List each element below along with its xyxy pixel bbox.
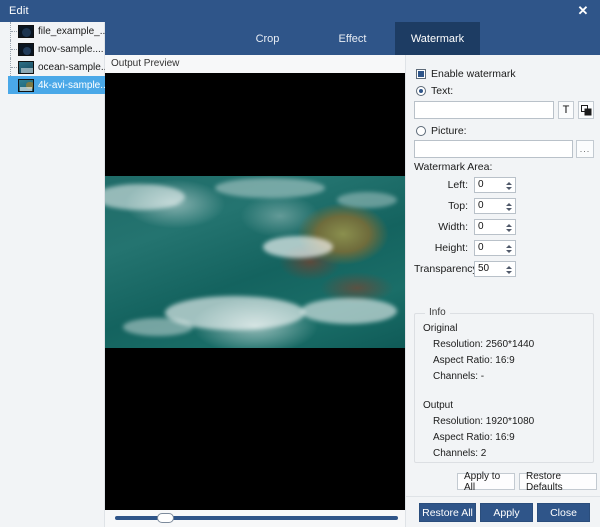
- edit-window: Edit ✕ Crop Effect Watermark file_exampl…: [0, 0, 600, 527]
- watermark-panel: Enable watermark Text: T Picture: ... Wa: [405, 55, 600, 527]
- panel-divider: [406, 496, 600, 497]
- output-preview-label: Output Preview: [105, 55, 405, 73]
- video-thumbnail: [18, 24, 34, 38]
- left-input[interactable]: [475, 177, 505, 192]
- font-button[interactable]: T: [558, 101, 574, 119]
- original-heading: Original: [423, 323, 458, 334]
- info-group-title: Info: [425, 307, 450, 318]
- transparency-input[interactable]: [475, 261, 505, 276]
- enable-watermark-label: Enable watermark: [431, 68, 516, 80]
- top-stepper[interactable]: [474, 197, 516, 214]
- field-height-label: Height:: [434, 241, 468, 254]
- tab-list: Crop Effect Watermark: [105, 22, 600, 55]
- output-heading: Output: [423, 400, 454, 411]
- top-input[interactable]: [475, 198, 505, 213]
- height-stepper[interactable]: [474, 239, 516, 256]
- list-item[interactable]: mov-sample....: [8, 40, 105, 58]
- field-top: Top:: [414, 197, 594, 214]
- left-spinner-arrows[interactable]: [505, 179, 513, 193]
- restore-all-button[interactable]: Restore All: [419, 503, 476, 522]
- text-radio[interactable]: [416, 86, 426, 96]
- width-stepper[interactable]: [474, 218, 516, 235]
- window-title-bar: Edit ✕: [0, 0, 600, 22]
- preview-column: Output Preview: [105, 55, 405, 527]
- text-style-icon[interactable]: [578, 101, 594, 119]
- watermark-picture-input[interactable]: [414, 140, 573, 158]
- original-channels: Channels: -: [433, 371, 485, 382]
- list-item[interactable]: file_example_...: [8, 22, 105, 40]
- field-height: Height:: [414, 239, 594, 256]
- video-thumbnail: [18, 60, 34, 74]
- field-transparency: Transparency:: [414, 260, 594, 277]
- transparency-spinner-arrows[interactable]: [505, 263, 513, 277]
- height-spinner-arrows[interactable]: [505, 242, 513, 256]
- watermark-picture-row: ...: [414, 140, 594, 158]
- picture-radio-row[interactable]: Picture:: [416, 125, 467, 137]
- tab-bar: Crop Effect Watermark: [105, 22, 600, 55]
- seek-handle[interactable]: [157, 513, 174, 523]
- field-top-label: Top:: [448, 199, 468, 212]
- original-resolution: Resolution: 2560*1440: [433, 339, 535, 350]
- text-radio-row[interactable]: Text:: [416, 85, 453, 97]
- file-name: mov-sample....: [38, 43, 104, 55]
- video-preview[interactable]: [105, 73, 405, 510]
- original-aspect-ratio: Aspect Ratio: 16:9: [433, 355, 515, 366]
- width-input[interactable]: [475, 219, 505, 234]
- file-name: 4k-avi-sample...: [38, 79, 105, 91]
- apply-to-all-button[interactable]: Apply to All: [457, 471, 515, 493]
- video-thumbnail: [18, 78, 34, 92]
- player-bar: 00:00:04/00:00:28: [105, 510, 405, 527]
- output-resolution: Resolution: 1920*1080: [433, 416, 535, 427]
- file-list: file_example_... mov-sample.... ocean-sa…: [8, 22, 105, 94]
- watermark-text-row: T: [414, 101, 594, 119]
- width-spinner-arrows[interactable]: [505, 221, 513, 235]
- apply-button[interactable]: Apply: [480, 503, 533, 522]
- tree-branch: [10, 58, 18, 76]
- file-name: file_example_...: [38, 25, 105, 37]
- output-channels: Channels: 2: [433, 448, 487, 459]
- restore-defaults-button[interactable]: Restore Defaults: [519, 471, 597, 493]
- browse-button[interactable]: ...: [576, 140, 594, 158]
- watermark-text-input[interactable]: [414, 101, 554, 119]
- top-spinner-arrows[interactable]: [505, 200, 513, 214]
- tree-branch: [10, 40, 18, 58]
- enable-watermark-checkbox[interactable]: [416, 69, 426, 79]
- left-stepper[interactable]: [474, 176, 516, 193]
- field-left: Left:: [414, 176, 594, 193]
- field-left-label: Left:: [447, 178, 468, 191]
- list-item-selected[interactable]: 4k-avi-sample...: [8, 76, 105, 94]
- video-frame: [105, 176, 405, 348]
- tree-branch: [10, 22, 18, 40]
- info-group: Info Original Resolution: 2560*1440 Aspe…: [414, 307, 594, 463]
- field-transparency-label: Transparency:: [414, 262, 481, 275]
- tab-effect[interactable]: Effect: [310, 22, 395, 55]
- field-width-label: Width:: [438, 220, 468, 233]
- text-radio-label: Text:: [431, 85, 454, 97]
- field-width: Width:: [414, 218, 594, 235]
- list-item[interactable]: ocean-sample...: [8, 58, 105, 76]
- tab-watermark[interactable]: Watermark: [395, 22, 480, 55]
- window-title: Edit: [9, 5, 29, 17]
- file-list-sidebar: file_example_... mov-sample.... ocean-sa…: [0, 22, 105, 527]
- transparency-stepper[interactable]: [474, 260, 516, 277]
- close-icon[interactable]: ✕: [566, 0, 600, 22]
- file-name: ocean-sample...: [38, 61, 105, 73]
- output-aspect-ratio: Aspect Ratio: 16:9: [433, 432, 515, 443]
- picture-radio-label: Picture:: [431, 125, 467, 137]
- tab-crop[interactable]: Crop: [225, 22, 310, 55]
- seek-slider[interactable]: [115, 512, 398, 524]
- tree-branch: [10, 76, 18, 94]
- enable-watermark-row[interactable]: Enable watermark: [416, 68, 516, 80]
- picture-radio[interactable]: [416, 126, 426, 136]
- close-button[interactable]: Close: [537, 503, 590, 522]
- height-input[interactable]: [475, 240, 505, 255]
- watermark-area-title: Watermark Area:: [414, 161, 493, 173]
- video-thumbnail: [18, 42, 34, 56]
